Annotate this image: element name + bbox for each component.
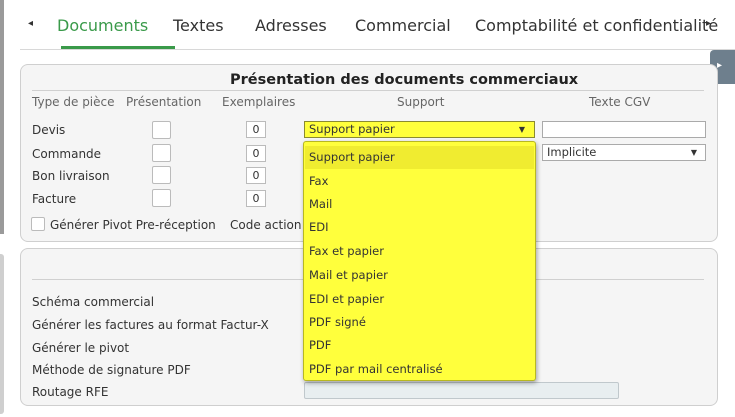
dropdown-option[interactable]: Mail — [309, 197, 332, 211]
copies-input-bon-livraison[interactable]: 0 — [246, 167, 266, 184]
cgv-text-input-devis[interactable] — [542, 121, 706, 138]
label-routage-rfe: Routage RFE — [32, 385, 109, 399]
column-header-texte-cgv: Texte CGV — [589, 95, 651, 109]
copies-input-commande[interactable]: 0 — [246, 145, 266, 162]
tab-adresses[interactable]: Adresses — [255, 16, 327, 35]
generate-pivot-checkbox[interactable] — [31, 217, 45, 231]
dropdown-option[interactable]: Fax et papier — [309, 244, 384, 258]
dropdown-arrow-icon: ▼ — [518, 125, 525, 134]
tab-scroll-right-icon[interactable]: ▸ — [706, 18, 711, 29]
tab-documents[interactable]: Documents — [57, 16, 148, 35]
presentation-checkbox-devis[interactable] — [152, 121, 171, 139]
row-label-commande: Commande — [32, 147, 102, 161]
tab-comptabilite[interactable]: Comptabilité et confidentialité — [475, 16, 718, 35]
left-scroll-indicator — [0, 0, 4, 234]
support-dropdown-list: Support papier Fax Mail EDI Fax et papie… — [303, 141, 536, 381]
copies-input-devis[interactable]: 0 — [246, 121, 266, 138]
column-header-type: Type de pièce — [32, 95, 115, 109]
row-label-bon-livraison: Bon livraison — [32, 169, 110, 183]
left-scroll-indicator-lower — [0, 254, 4, 414]
dropdown-option[interactable]: Fax — [309, 174, 328, 188]
column-header-support: Support — [397, 95, 445, 109]
column-header-presentation: Présentation — [126, 95, 202, 109]
label-generer-pivot: Générer le pivot — [32, 341, 130, 355]
cgv-select-commande[interactable]: Implicite ▼ — [542, 144, 706, 161]
dropdown-option[interactable]: EDI — [309, 220, 329, 234]
presentation-checkbox-commande[interactable] — [152, 144, 171, 162]
label-factur-x: Générer les factures au format Factur-X — [32, 318, 269, 332]
tab-commercial[interactable]: Commercial — [355, 16, 451, 35]
dropdown-option[interactable]: Mail et papier — [309, 268, 388, 282]
dropdown-option[interactable]: PDF — [309, 338, 331, 352]
dropdown-option[interactable]: Support papier — [309, 150, 395, 164]
support-select-value: Support papier — [309, 122, 395, 136]
label-schema-commercial: Schéma commercial — [32, 295, 155, 309]
column-header-exemplaires: Exemplaires — [222, 95, 296, 109]
divider — [32, 90, 704, 91]
cgv-select-value: Implicite — [547, 145, 597, 159]
code-action-label: Code action — [230, 218, 302, 232]
dropdown-option[interactable]: PDF par mail centralisé — [309, 362, 443, 376]
support-select-devis[interactable]: Support papier ▼ — [304, 121, 535, 138]
tab-bar: ◂ Documents Textes Adresses Commercial C… — [20, 0, 735, 50]
dropdown-option[interactable]: PDF signé — [309, 315, 366, 329]
presentation-checkbox-bon-livraison[interactable] — [152, 166, 171, 184]
dropdown-option[interactable]: EDI et papier — [309, 292, 384, 306]
row-label-facture: Facture — [32, 192, 77, 206]
active-tab-indicator — [61, 46, 175, 49]
label-methode-signature: Méthode de signature PDF — [32, 363, 191, 377]
routage-rfe-input[interactable] — [304, 382, 619, 399]
generate-pivot-label: Générer Pivot Pre-réception — [50, 218, 216, 232]
row-label-devis: Devis — [32, 123, 66, 137]
tab-textes[interactable]: Textes — [173, 16, 224, 35]
tab-scroll-left-icon[interactable]: ◂ — [28, 18, 33, 29]
copies-input-facture[interactable]: 0 — [246, 190, 266, 207]
presentation-checkbox-facture[interactable] — [152, 189, 171, 207]
dropdown-arrow-icon: ▼ — [690, 148, 697, 157]
panel-title: Présentation des documents commerciaux — [230, 72, 579, 88]
